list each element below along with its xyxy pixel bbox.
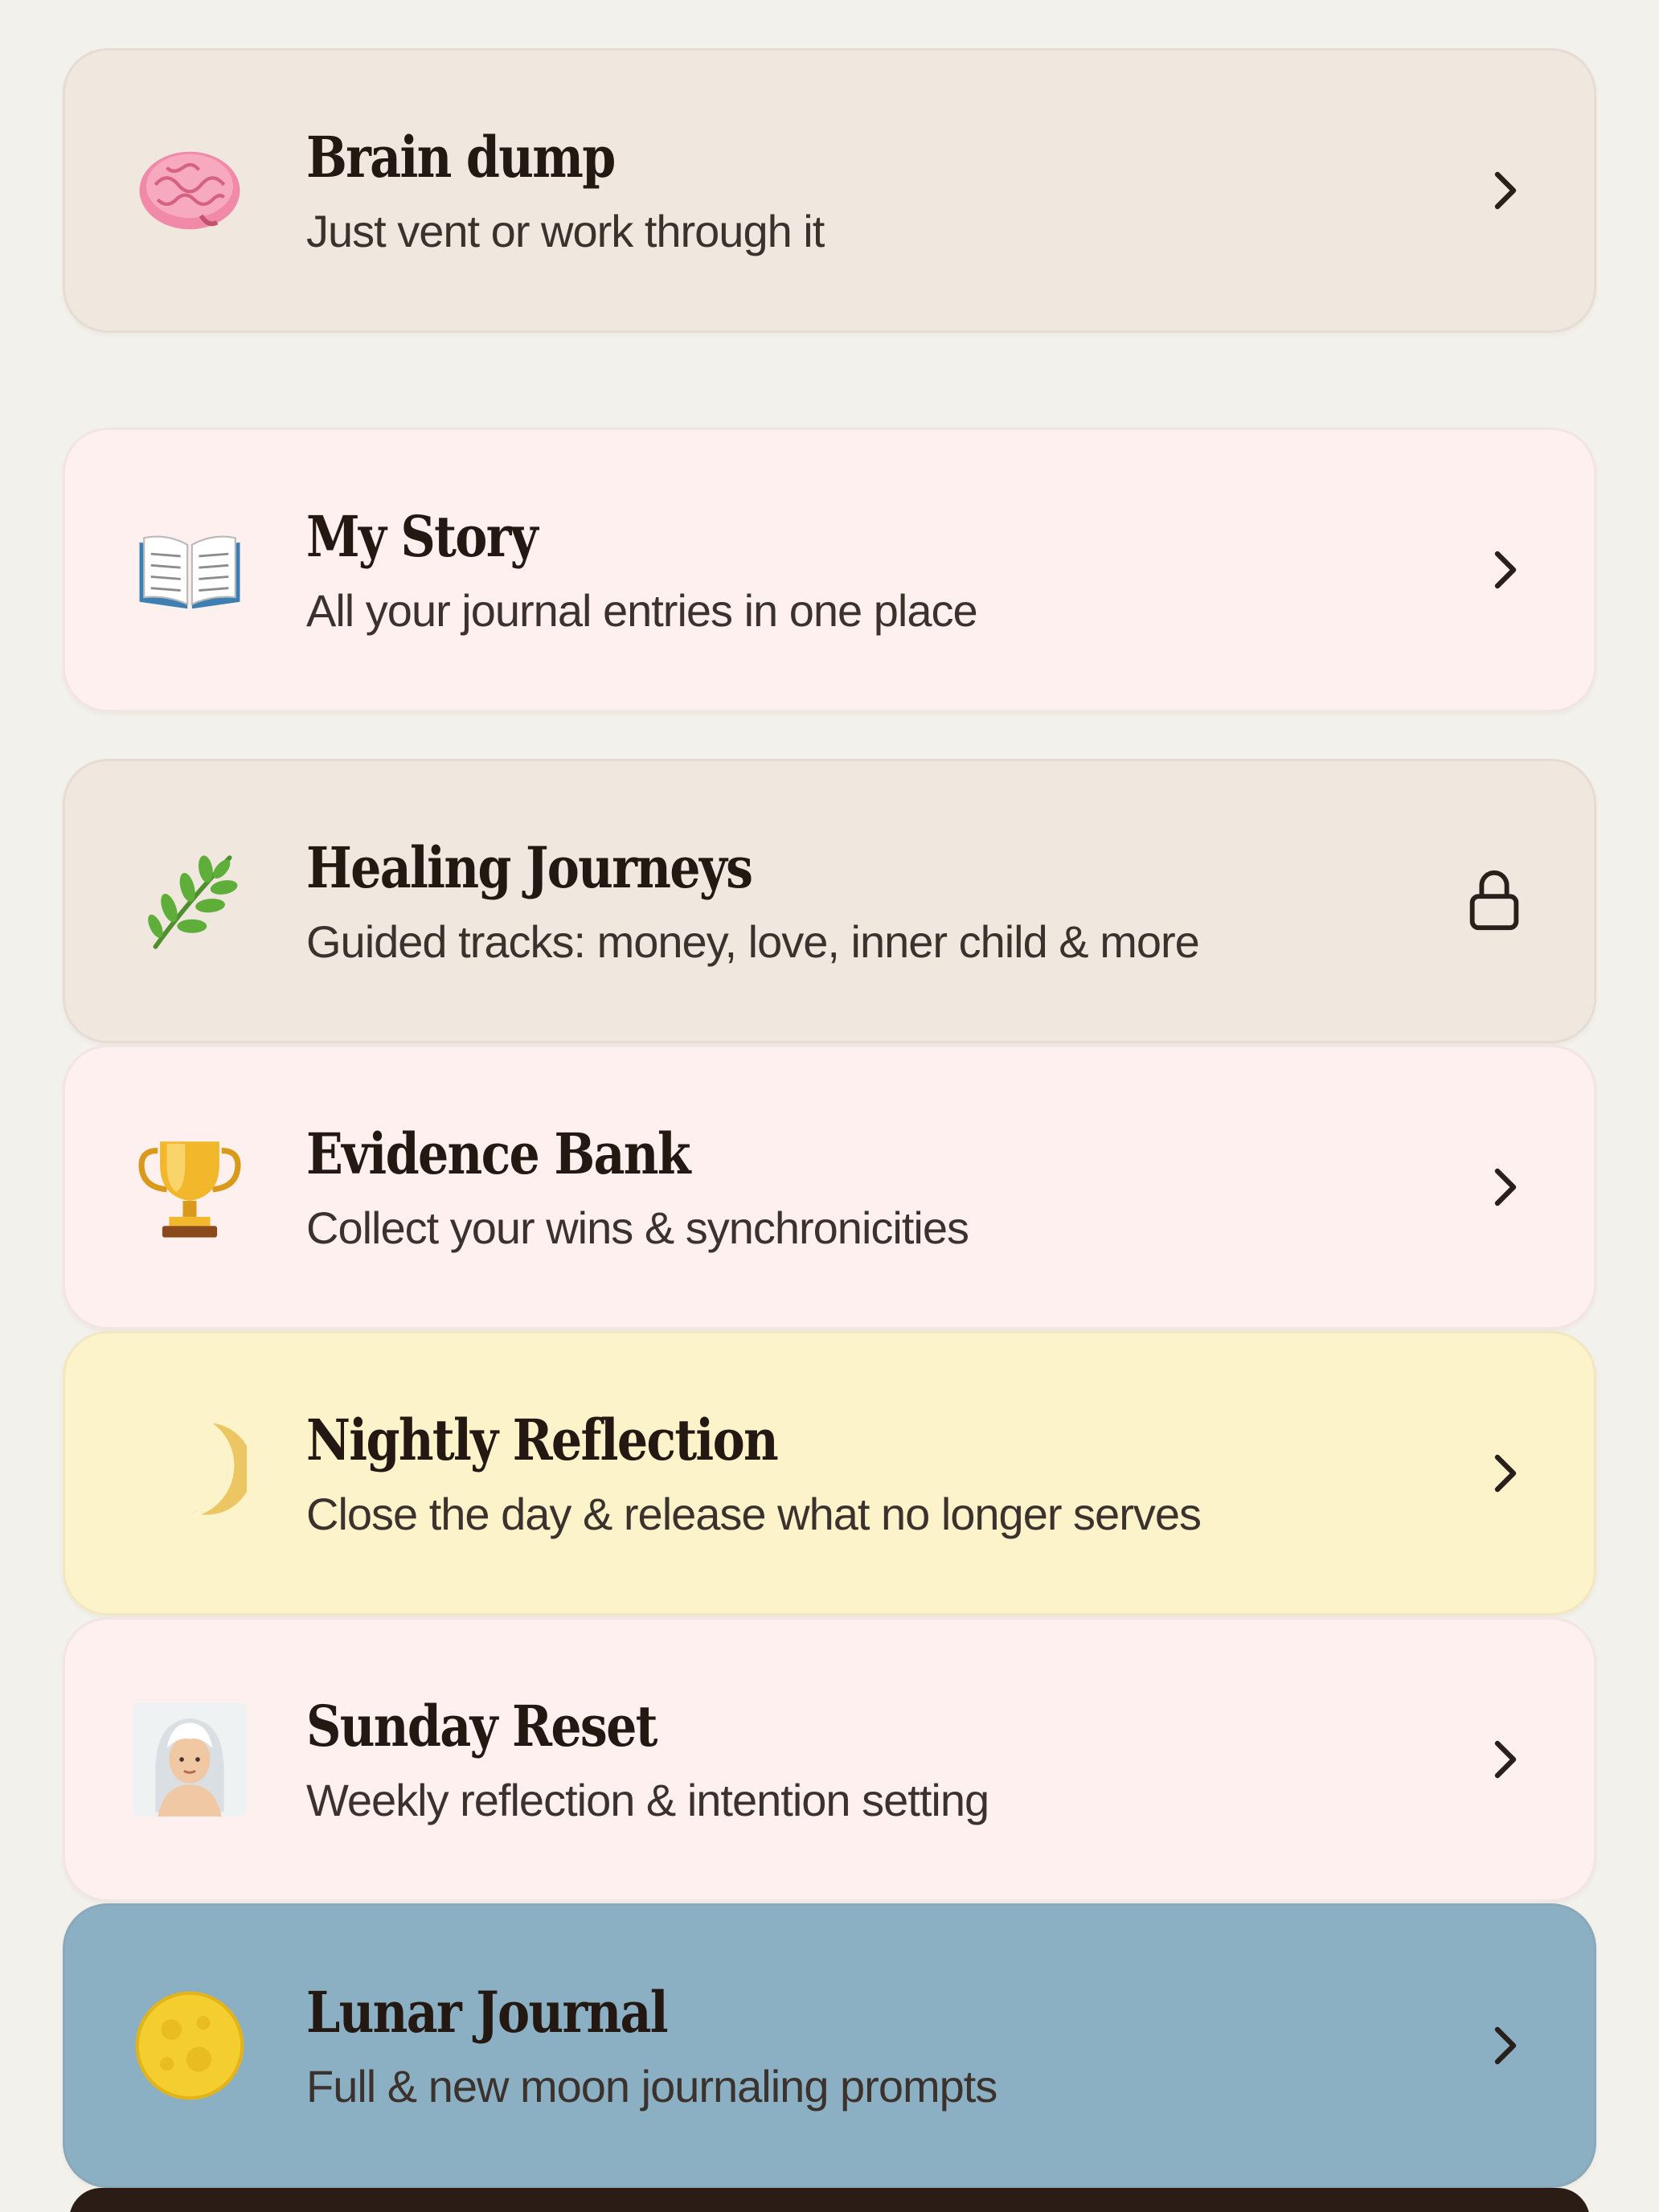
card-subtitle: Just vent or work through it (306, 206, 825, 256)
trophy-icon (133, 1130, 247, 1244)
card-title: My Story (306, 503, 539, 570)
open-book-icon (133, 513, 247, 627)
person-in-steamy-room-icon (133, 1702, 247, 1817)
full-moon-icon (133, 1989, 247, 2103)
evidence-bank-card[interactable]: Evidence Bank Collect your wins & synchr… (63, 1045, 1596, 1329)
my-story-card[interactable]: My Story All your journal entries in one… (63, 428, 1596, 712)
healing-journeys-card[interactable]: Healing Journeys Guided tracks: money, l… (63, 759, 1596, 1043)
chevron-right-icon (1494, 551, 1517, 589)
herb-icon (133, 844, 247, 958)
card-title: Evidence Bank (306, 1120, 691, 1187)
card-title: Brain dump (306, 124, 616, 190)
chevron-right-icon (1494, 1454, 1517, 1493)
card-title: Healing Journeys (306, 834, 753, 901)
card-subtitle: Full & new moon journaling prompts (306, 2061, 997, 2112)
card-title: Nightly Reflection (306, 1407, 779, 1473)
next-card-edge (69, 2188, 1590, 2212)
chevron-right-icon (1494, 1740, 1517, 1779)
card-title: Sunday Reset (306, 1693, 657, 1759)
sunday-reset-card[interactable]: Sunday Reset Weekly reflection & intenti… (63, 1617, 1596, 1902)
chevron-right-icon (1494, 1168, 1517, 1206)
lock-icon (1469, 870, 1519, 931)
chevron-right-icon (1494, 171, 1517, 210)
card-title: Lunar Journal (306, 1979, 669, 2046)
journal-menu-screen: Brain dump Just vent or work through it (0, 0, 1659, 2212)
chevron-right-icon (1494, 2026, 1517, 2065)
card-subtitle: Weekly reflection & intention setting (306, 1775, 989, 1825)
card-subtitle: Collect your wins & synchronicities (306, 1202, 969, 1253)
card-subtitle: All your journal entries in one place (306, 585, 978, 636)
lunar-journal-card[interactable]: Lunar Journal Full & new moon journaling… (63, 1903, 1596, 2188)
card-subtitle: Close the day & release what no longer s… (306, 1489, 1202, 1539)
crescent-moon-icon (133, 1416, 247, 1530)
nightly-reflection-card[interactable]: Nightly Reflection Close the day & relea… (63, 1331, 1596, 1616)
card-subtitle: Guided tracks: money, love, inner child … (306, 916, 1200, 967)
brain-icon (133, 133, 247, 248)
brain-dump-card[interactable]: Brain dump Just vent or work through it (63, 48, 1596, 333)
